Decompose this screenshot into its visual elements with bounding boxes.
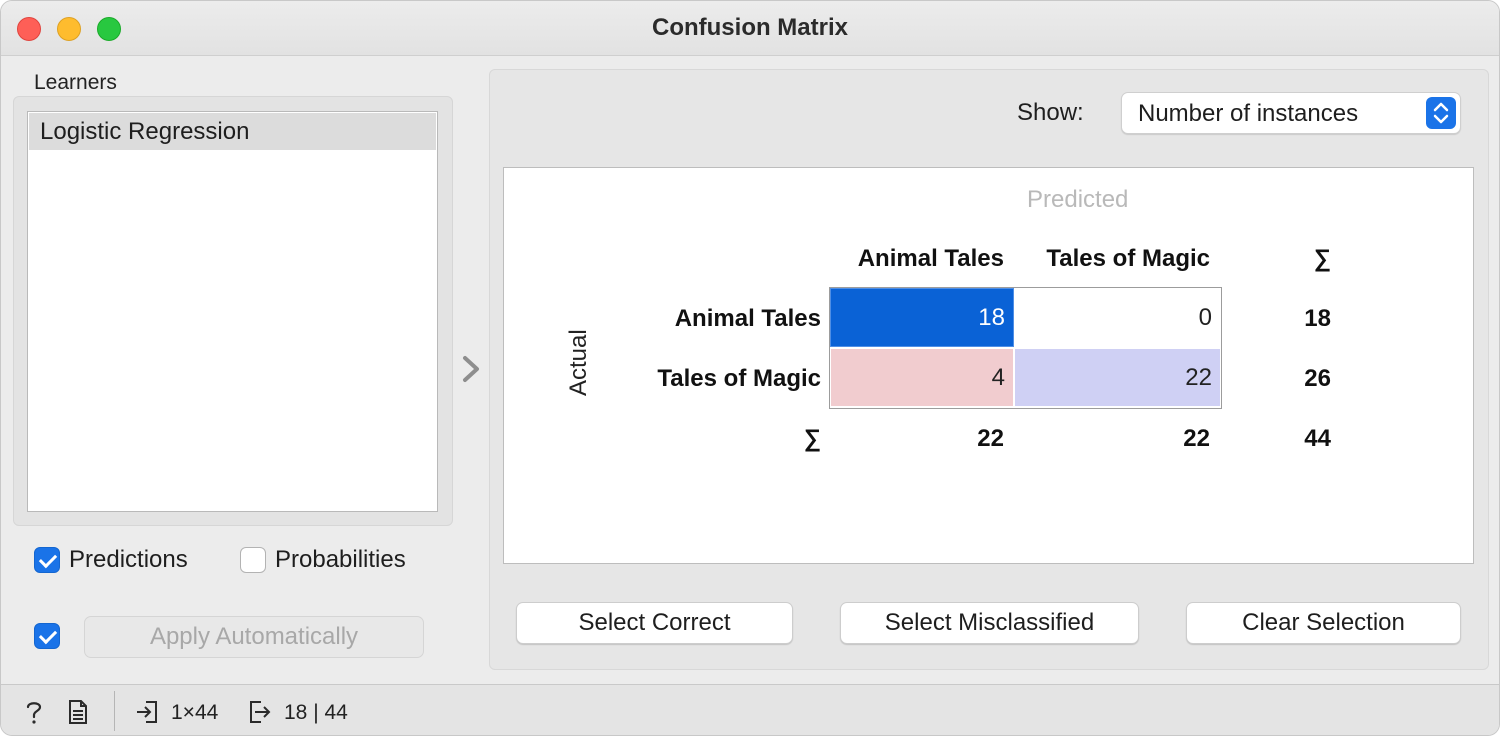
learner-item-logistic-regression[interactable]: Logistic Regression <box>29 113 436 150</box>
output-icon <box>250 701 271 723</box>
matrix-cell-magic-animal[interactable]: 4 <box>831 349 1013 406</box>
probabilities-checkbox[interactable] <box>240 547 266 573</box>
row-total-animal-tales: 18 <box>1304 305 1331 332</box>
matrix-cell-animal-animal[interactable]: 18 <box>830 288 1014 347</box>
show-select[interactable]: Number of instances <box>1121 92 1461 134</box>
predictions-checkbox[interactable] <box>34 547 60 573</box>
column-header-tales-of-magic: Tales of Magic <box>1046 245 1210 272</box>
learners-list[interactable]: Logistic Regression <box>27 111 438 512</box>
row-header-sum: ∑ <box>803 425 821 452</box>
column-total-tales-of-magic: 22 <box>1183 425 1210 452</box>
row-total-tales-of-magic: 26 <box>1304 365 1331 392</box>
confusion-matrix-window: Confusion Matrix Learners Logistic Regre… <box>0 0 1500 736</box>
clear-selection-button[interactable]: Clear Selection <box>1186 602 1461 644</box>
column-header-animal-tales: Animal Tales <box>857 245 1004 272</box>
input-icon <box>137 701 157 723</box>
row-header-tales-of-magic: Tales of Magic <box>657 365 821 392</box>
matrix-cell-magic-magic[interactable]: 22 <box>1015 349 1220 406</box>
input-summary: 1×44 <box>171 701 219 724</box>
probabilities-label: Probabilities <box>275 546 406 573</box>
title-bar: Confusion Matrix <box>1 1 1499 56</box>
show-select-value: Number of instances <box>1138 100 1359 127</box>
select-misclassified-button[interactable]: Select Misclassified <box>840 602 1139 644</box>
predictions-label: Predictions <box>69 546 188 573</box>
matrix-cell-animal-magic[interactable]: 0 <box>1015 289 1220 346</box>
actual-axis-label: Actual <box>565 329 592 396</box>
auto-apply-checkbox[interactable] <box>34 623 60 649</box>
grand-total: 44 <box>1304 425 1331 452</box>
updown-chevron-icon <box>1426 97 1456 129</box>
predicted-axis-label: Predicted <box>1027 186 1129 213</box>
status-bar: 1×44 18 | 44 <box>1 684 1499 735</box>
window-title: Confusion Matrix <box>652 14 848 41</box>
chevron-right-icon[interactable] <box>459 353 483 385</box>
help-icon[interactable] <box>21 699 47 725</box>
column-header-sum: ∑ <box>1313 245 1331 272</box>
select-correct-button[interactable]: Select Correct <box>516 602 793 644</box>
output-summary: 18 | 44 <box>284 701 348 724</box>
status-separator <box>114 691 115 731</box>
apply-automatically-button[interactable]: Apply Automatically <box>84 616 424 658</box>
learners-label: Learners <box>34 71 117 94</box>
show-label: Show: <box>1017 99 1084 126</box>
report-icon[interactable] <box>65 699 91 725</box>
row-header-animal-tales: Animal Tales <box>674 305 821 332</box>
column-total-animal-tales: 22 <box>977 425 1004 452</box>
